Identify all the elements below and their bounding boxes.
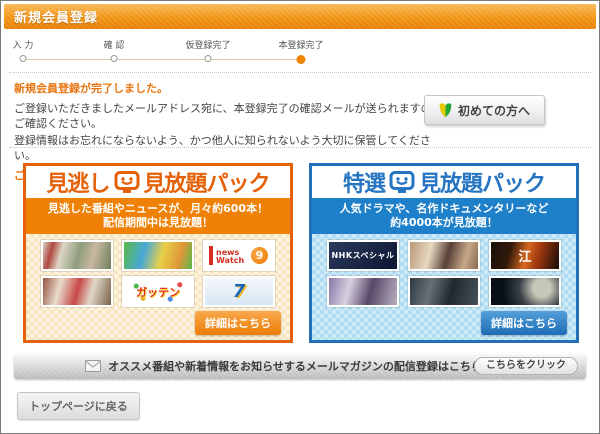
completion-body-line1: ご登録いただきましたメールアドレス宛に、本登録完了の確認メールが送られますのでご… — [14, 101, 444, 131]
thumbnail-kids-show[interactable] — [122, 240, 194, 271]
step-fully-registered: 本登録完了 — [278, 38, 323, 64]
thumbnail-go-drama[interactable]: 江 — [489, 240, 561, 271]
featured-pack-card: 特選 見放題パック 人気ドラマや、名作ドキュメンタリーなど 約4000本が見放題… — [309, 163, 579, 343]
thumbnail-carnation-drama[interactable] — [408, 240, 480, 271]
thumbnail-drama[interactable] — [41, 240, 113, 271]
thumbnail-drama[interactable] — [327, 276, 399, 307]
step-circle — [20, 55, 27, 62]
steps-connector-line — [23, 59, 301, 60]
thumbnail-grid: news Watch 9 ガッテン 7 — [26, 234, 290, 307]
tv-smiley-icon — [114, 171, 140, 194]
thumbnail-news-7[interactable]: 7 — [203, 276, 275, 307]
pack-title: 見逃し 見放題パック — [26, 166, 290, 198]
beginner-guide-button[interactable]: 初めての方へ — [424, 95, 545, 125]
completion-headline: 新規会員登録が完了しました。 — [14, 81, 444, 96]
pack-subtitle: 見逃した番組やニュースが、月々約600本！ 配信期間中は見放題！ — [26, 198, 290, 234]
missed-pack-details-button[interactable]: 詳細はこちら — [195, 311, 281, 335]
step-circle — [204, 55, 211, 62]
thumbnail-grid: NHKスペシャル 江 — [312, 234, 576, 307]
step-input: 入 力 — [13, 38, 34, 62]
thumbnail-gatten[interactable]: ガッテン — [122, 276, 194, 307]
missed-programs-pack-card: 見逃し 見放題パック 見逃した番組やニュースが、月々約600本！ 配信期間中は見… — [23, 163, 293, 343]
page-title: 新規会員登録 — [14, 7, 98, 26]
step-temp-registered: 仮登録完了 — [185, 38, 230, 62]
back-to-top-button[interactable]: トップページに戻る — [17, 392, 140, 420]
thumbnail-news-watch-9[interactable]: news Watch 9 — [203, 240, 275, 271]
mail-magazine-text: オススメ番組や新着情報をお知らせするメールマガジンの配信登録はこちらから！ — [108, 358, 515, 374]
step-circle — [111, 55, 118, 62]
thumbnail-space-documentary[interactable] — [489, 276, 561, 307]
beginner-mark-icon — [439, 102, 452, 118]
pack-title: 特選 見放題パック — [312, 166, 576, 198]
details-row: 詳細はこちら — [26, 307, 290, 335]
beginner-button-label: 初めての方へ — [458, 102, 530, 119]
step-circle-current — [296, 55, 305, 64]
progress-steps: 入 力 確 認 仮登録完了 本登録完了 — [1, 38, 599, 66]
thumbnail-documentary[interactable] — [408, 276, 480, 307]
pack-body: NHKスペシャル 江 詳細はこちら — [312, 234, 576, 340]
news-watch-9-badge: 9 — [251, 247, 268, 264]
pack-body: news Watch 9 ガッテン 7 詳細はこちら — [26, 234, 290, 340]
mail-magazine-click-button[interactable]: こちらをクリック — [474, 357, 578, 375]
completion-body-line2: 登録情報はお忘れにならないよう、かつ他人に知られないよう大切に保管してください。 — [14, 133, 444, 163]
mail-magazine-bar[interactable]: オススメ番組や新着情報をお知らせするメールマガジンの配信登録はこちらから！ こち… — [14, 353, 586, 379]
tv-smiley-icon — [389, 171, 415, 194]
thumbnail-kimono-drama[interactable] — [41, 276, 113, 307]
step-confirm: 確 認 — [104, 38, 125, 62]
featured-pack-details-button[interactable]: 詳細はこちら — [481, 311, 567, 335]
details-row: 詳細はこちら — [312, 307, 576, 335]
thumbnail-nhk-special[interactable]: NHKスペシャル — [327, 240, 399, 271]
divider — [9, 72, 591, 73]
mail-icon — [85, 360, 101, 372]
pack-subtitle: 人気ドラマや、名作ドキュメンタリーなど 約4000本が見放題！ — [312, 198, 576, 234]
divider — [9, 147, 591, 148]
registration-complete-page: 新規会員登録 入 力 確 認 仮登録完了 本登録完了 新規会員登録が完了しました… — [0, 0, 600, 434]
page-header: 新規会員登録 — [4, 4, 596, 29]
